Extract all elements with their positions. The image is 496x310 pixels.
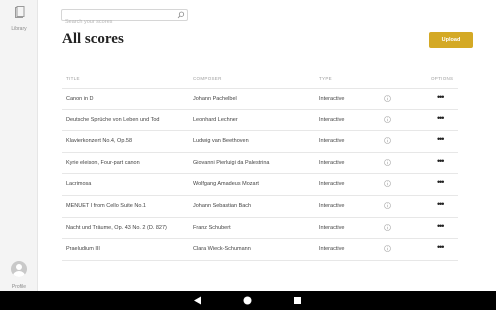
scores-table: Canon in D Johann Pachelbel Interactive … bbox=[62, 88, 458, 261]
score-type: Interactive bbox=[319, 138, 345, 145]
score-composer: Franz Schubert bbox=[193, 224, 231, 231]
info-icon[interactable] bbox=[384, 245, 391, 252]
recent-apps-icon[interactable] bbox=[292, 295, 303, 306]
score-type: Interactive bbox=[319, 116, 345, 123]
info-icon[interactable] bbox=[384, 180, 391, 188]
score-composer: Wolfgang Amadeus Mozart bbox=[193, 181, 259, 188]
score-composer: Giovanni Pierluigi da Palestrina bbox=[193, 159, 270, 166]
sidebar-item-label: Library bbox=[11, 26, 27, 32]
table-header: TITLE COMPOSER TYPE OPTIONS bbox=[62, 76, 458, 84]
score-composer: Johann Sebastian Bach bbox=[193, 202, 252, 209]
library-icon bbox=[14, 6, 25, 23]
score-composer: Johann Pachelbel bbox=[193, 96, 237, 102]
avatar bbox=[11, 261, 27, 277]
table-row[interactable]: Deutsche Sprüche von Leben und Tod Leonh… bbox=[62, 110, 458, 132]
more-options-icon[interactable]: ••• bbox=[437, 93, 445, 102]
android-nav-bar bbox=[0, 291, 496, 310]
table-row[interactable]: Praeludium III Clara Wieck-Schumann Inte… bbox=[62, 239, 458, 261]
score-type: Interactive bbox=[319, 96, 345, 102]
more-options-icon[interactable]: ••• bbox=[437, 113, 445, 122]
sidebar-item-profile[interactable]: Profile bbox=[0, 261, 38, 290]
table-row[interactable]: Nacht und Träume, Op. 43 No. 2 (D. 827) … bbox=[62, 218, 458, 240]
score-composer: Leonhard Lechner bbox=[193, 116, 238, 123]
table-row[interactable]: Klavierkonzert No.4, Op.58 Ludwig van Be… bbox=[62, 131, 458, 153]
score-composer: Clara Wieck-Schumann bbox=[193, 246, 251, 253]
info-icon[interactable] bbox=[384, 95, 391, 102]
more-options-icon[interactable]: ••• bbox=[437, 178, 445, 187]
sidebar-item-library[interactable]: Library bbox=[0, 6, 38, 32]
score-title: Canon in D bbox=[66, 96, 94, 102]
sidebar-item-label: Profile bbox=[11, 284, 27, 290]
column-header-title: TITLE bbox=[66, 76, 80, 81]
info-icon[interactable] bbox=[384, 137, 391, 144]
info-icon[interactable] bbox=[384, 158, 391, 166]
column-header-options: OPTIONS bbox=[431, 76, 454, 81]
search-input[interactable] bbox=[62, 17, 172, 27]
score-type: Interactive bbox=[319, 159, 345, 166]
info-icon[interactable] bbox=[384, 115, 391, 123]
more-options-icon[interactable]: ••• bbox=[437, 135, 445, 144]
page-title: All scores bbox=[62, 31, 124, 47]
upload-button[interactable]: Upload bbox=[429, 32, 473, 48]
score-type: Interactive bbox=[319, 224, 345, 231]
score-title: Praeludium III bbox=[66, 246, 100, 253]
score-title: Lacrimosa bbox=[66, 181, 92, 188]
score-title: MENUET I from Cello Suite No.1 bbox=[66, 202, 146, 209]
more-options-icon[interactable]: ••• bbox=[437, 156, 445, 165]
more-options-icon[interactable]: ••• bbox=[437, 221, 445, 230]
score-type: Interactive bbox=[319, 181, 345, 188]
more-options-icon[interactable]: ••• bbox=[437, 199, 445, 208]
score-title: Nacht und Träume, Op. 43 No. 2 (D. 827) bbox=[66, 224, 167, 231]
search-icon[interactable] bbox=[177, 11, 185, 19]
column-header-composer: COMPOSER bbox=[193, 76, 222, 81]
table-row[interactable]: Canon in D Johann Pachelbel Interactive … bbox=[62, 88, 458, 110]
score-title: Klavierkonzert No.4, Op.58 bbox=[66, 138, 133, 145]
score-title: Deutsche Sprüche von Leben und Tod bbox=[66, 116, 160, 123]
search-box bbox=[61, 9, 188, 27]
table-row[interactable]: Lacrimosa Wolfgang Amadeus Mozart Intera… bbox=[62, 174, 458, 196]
column-header-type: TYPE bbox=[319, 76, 332, 81]
home-icon[interactable] bbox=[242, 295, 253, 306]
info-icon[interactable] bbox=[384, 202, 391, 209]
score-type: Interactive bbox=[319, 246, 345, 253]
back-icon[interactable] bbox=[192, 295, 203, 306]
score-composer: Ludwig van Beethoven bbox=[193, 138, 249, 145]
score-title: Kyrie eleison, Four-part canon bbox=[66, 159, 140, 166]
info-icon[interactable] bbox=[384, 223, 391, 231]
sidebar: Library Profile bbox=[0, 0, 38, 291]
more-options-icon[interactable]: ••• bbox=[437, 243, 445, 252]
score-type: Interactive bbox=[319, 202, 345, 209]
table-row[interactable]: MENUET I from Cello Suite No.1 Johann Se… bbox=[62, 196, 458, 218]
table-row[interactable]: Kyrie eleison, Four-part canon Giovanni … bbox=[62, 153, 458, 175]
